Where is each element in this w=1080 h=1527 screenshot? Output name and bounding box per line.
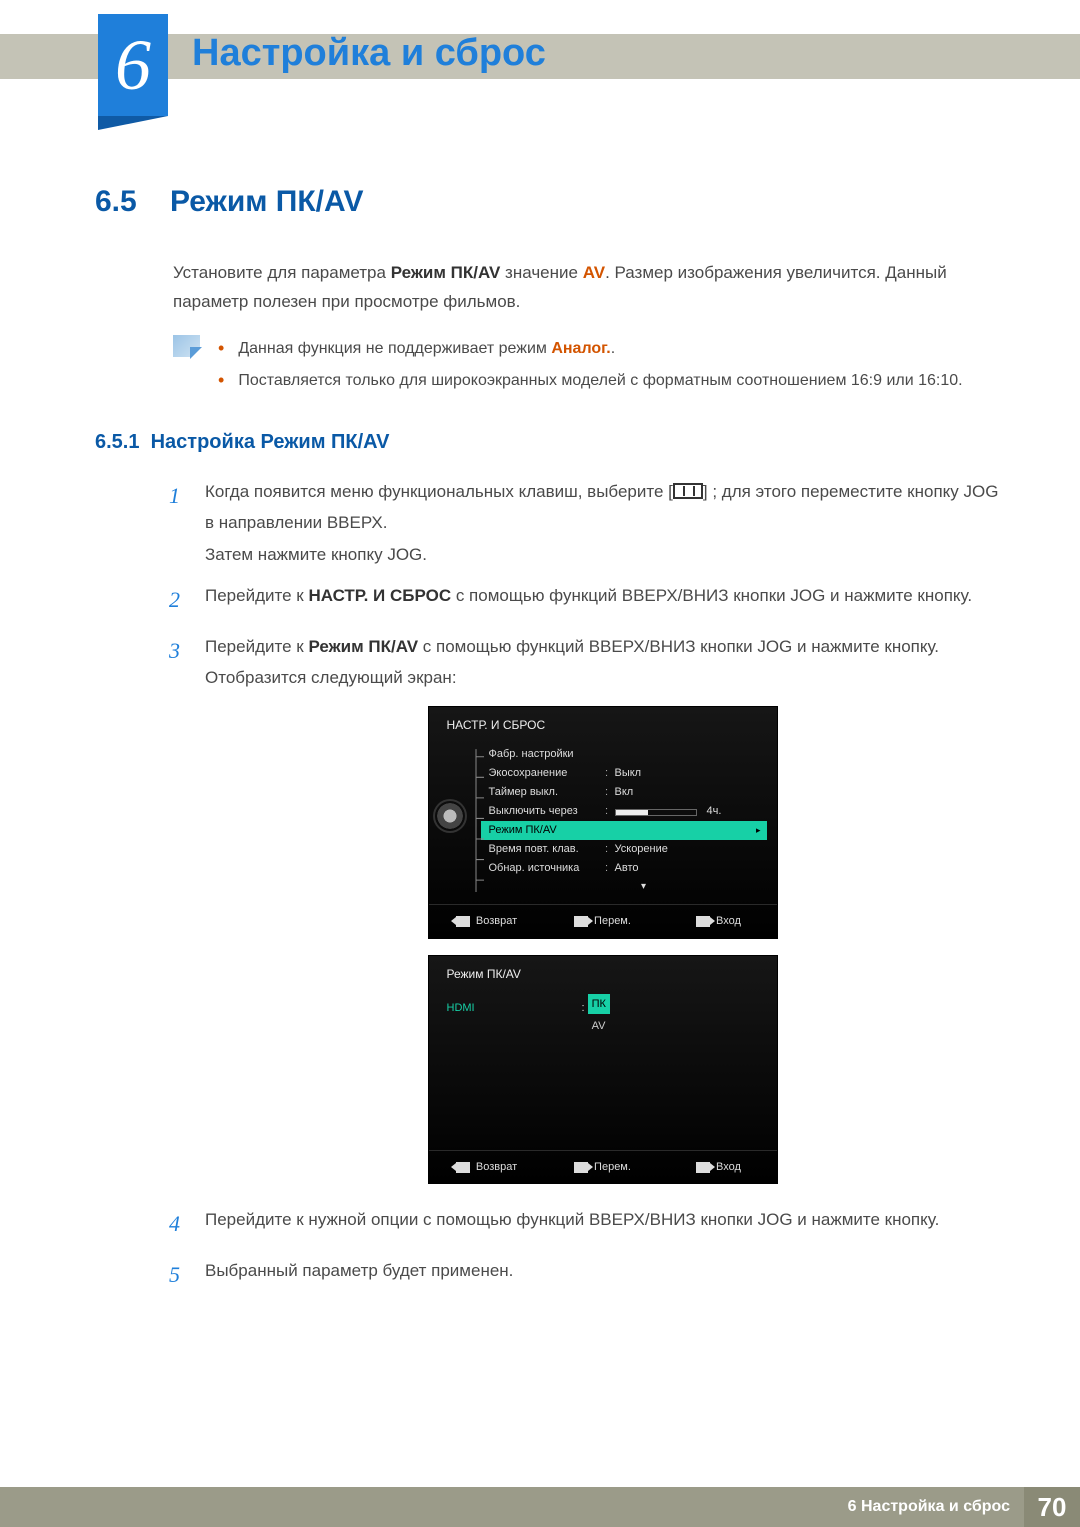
osd-footer: Возврат Перем. Вход xyxy=(429,904,777,937)
section-number: 6.5 xyxy=(95,185,170,219)
osd-row-label: Выключить через xyxy=(489,801,599,821)
note-text: Поставляется только для широкоэкранных м… xyxy=(238,367,962,395)
osd-row-label: Время повт. клав. xyxy=(489,839,599,859)
chapter-number-badge: 6 xyxy=(98,14,168,116)
footer-chapter-label: 6 Настройка и сброс xyxy=(834,1487,1024,1527)
step-number: 2 xyxy=(169,580,187,621)
bullet-icon: • xyxy=(218,367,224,395)
osd-row-label: Режим ПК/AV xyxy=(489,820,599,840)
step-emphasis: Режим ПК/AV xyxy=(308,637,418,656)
footer-page-number: 70 xyxy=(1024,1487,1080,1527)
osd-option: AV xyxy=(588,1016,610,1036)
step-text: Перейдите к xyxy=(205,586,308,605)
osd-foot-label: Перем. xyxy=(594,911,631,931)
step-item: 3 Перейдите к Режим ПК/AV с помощью функ… xyxy=(169,631,1000,1194)
osd-row-label: Экосохранение xyxy=(489,763,599,783)
chevron-down-icon: ▾ xyxy=(481,878,767,897)
intro-text: Установите для параметра xyxy=(173,263,391,282)
osd-row-label: Фабр. настройки xyxy=(489,744,599,764)
back-icon xyxy=(456,916,470,927)
osd-title: Режим ПК/AV xyxy=(429,956,777,990)
osd-colon: : xyxy=(603,858,611,878)
step-text: Когда появится меню функциональных клави… xyxy=(205,482,673,501)
osd-foot-label: Вход xyxy=(716,1157,741,1177)
osd-colon: : xyxy=(603,839,611,859)
step-text: Перейдите к xyxy=(205,637,308,656)
osd-row-value: Вкл xyxy=(615,782,767,802)
step-number: 3 xyxy=(169,631,187,1194)
section-title: Режим ПК/AV xyxy=(170,185,363,218)
note-emphasis: Аналог. xyxy=(551,340,610,357)
move-icon xyxy=(574,1162,588,1173)
step-text: Отобразится следующий экран: xyxy=(205,668,457,687)
step-text: Выбранный параметр будет применен. xyxy=(205,1261,513,1280)
osd-title: НАСТР. И СБРОС xyxy=(429,707,777,741)
note-item: • Поставляется только для широкоэкранных… xyxy=(218,367,963,395)
step-item: 2 Перейдите к НАСТР. И СБРОС с помощью ф… xyxy=(169,580,1000,621)
step-text: с помощью функций ВВЕРХ/ВНИЗ кнопки JOG … xyxy=(418,637,939,656)
osd-row: Таймер выкл.:Вкл xyxy=(481,783,767,802)
osd-row: Выключить через: 4ч. xyxy=(481,802,767,821)
page-footer: 6 Настройка и сброс 70 xyxy=(0,1487,1080,1527)
note-item: • Данная функция не поддерживает режим А… xyxy=(218,335,963,363)
bullet-icon: • xyxy=(218,335,224,363)
step-text: Перейдите к нужной опции с помощью функц… xyxy=(205,1210,939,1229)
osd-row: Фабр. настройки xyxy=(481,745,767,764)
osd-row: Режим ПК/AV ▸ xyxy=(481,821,767,840)
step-item: 5 Выбранный параметр будет применен. xyxy=(169,1255,1000,1296)
osd-row: Экосохранение:Выкл xyxy=(481,764,767,783)
subsection-number: 6.5.1 xyxy=(95,431,139,453)
osd-foot-label: Перем. xyxy=(594,1157,631,1177)
osd-row-label: Таймер выкл. xyxy=(489,782,599,802)
osd-row-value: Выкл xyxy=(615,763,767,783)
osd-foot-label: Возврат xyxy=(476,911,517,931)
osd-colon: : xyxy=(582,1002,585,1014)
intro-param: Режим ПК/AV xyxy=(391,263,501,282)
osd-foot-label: Возврат xyxy=(476,1157,517,1177)
osd-colon: : xyxy=(603,763,611,783)
intro-paragraph: Установите для параметра Режим ПК/AV зна… xyxy=(173,259,1000,317)
osd-colon: : xyxy=(603,801,611,821)
gear-icon xyxy=(435,801,465,831)
osd-panel-mode: Режим ПК/AV HDMI: ПК AV Возврат Перем. В… xyxy=(428,955,778,1185)
step-number: 1 xyxy=(169,476,187,570)
osd-colon: : xyxy=(603,782,611,802)
osd-option-selected: ПК xyxy=(588,994,610,1014)
osd-row: Обнар. источника:Авто xyxy=(481,859,767,878)
osd-row: Время повт. клав.:Ускорение xyxy=(481,840,767,859)
note-icon xyxy=(173,335,200,357)
osd-footer: Возврат Перем. Вход xyxy=(429,1150,777,1183)
osd-panel-setup: НАСТР. И СБРОС Фабр. настройкиЭкосохране… xyxy=(428,706,778,939)
osd-row-value: Авто xyxy=(615,858,767,878)
step-item: 4 Перейдите к нужной опции с помощью фун… xyxy=(169,1204,1000,1245)
osd-source-label: HDMI xyxy=(447,998,582,1018)
step-emphasis: НАСТР. И СБРОС xyxy=(308,586,451,605)
subsection-heading: 6.5.1 Настройка Режим ПК/AV xyxy=(95,431,1000,454)
tree-lines xyxy=(471,747,485,899)
step-number: 4 xyxy=(169,1204,187,1245)
step-number: 5 xyxy=(169,1255,187,1296)
intro-value: AV xyxy=(583,263,605,282)
osd-row-value: Ускорение xyxy=(615,839,767,859)
enter-icon xyxy=(696,916,710,927)
move-icon xyxy=(574,916,588,927)
subsection-title: Настройка Режим ПК/AV xyxy=(151,431,390,453)
intro-text: значение xyxy=(500,263,582,282)
menu-key-icon xyxy=(673,483,703,499)
note-block: • Данная функция не поддерживает режим А… xyxy=(173,335,1000,399)
enter-icon xyxy=(696,1162,710,1173)
osd-slider xyxy=(615,809,697,816)
back-icon xyxy=(456,1162,470,1173)
chapter-title: Настройка и сброс xyxy=(192,32,546,75)
note-text: . xyxy=(611,340,615,357)
osd-slider-value: 4ч. xyxy=(707,801,722,821)
chevron-right-icon: ▸ xyxy=(756,822,761,839)
osd-foot-label: Вход xyxy=(716,911,741,931)
note-text: Данная функция не поддерживает режим xyxy=(238,340,551,357)
osd-row-label: Обнар. источника xyxy=(489,858,599,878)
step-text: с помощью функций ВВЕРХ/ВНИЗ кнопки JOG … xyxy=(451,586,972,605)
section-heading: 6.5Режим ПК/AV xyxy=(95,185,1000,219)
step-item: 1 Когда появится меню функциональных кла… xyxy=(169,476,1000,570)
step-text: Затем нажмите кнопку JOG. xyxy=(205,545,427,564)
